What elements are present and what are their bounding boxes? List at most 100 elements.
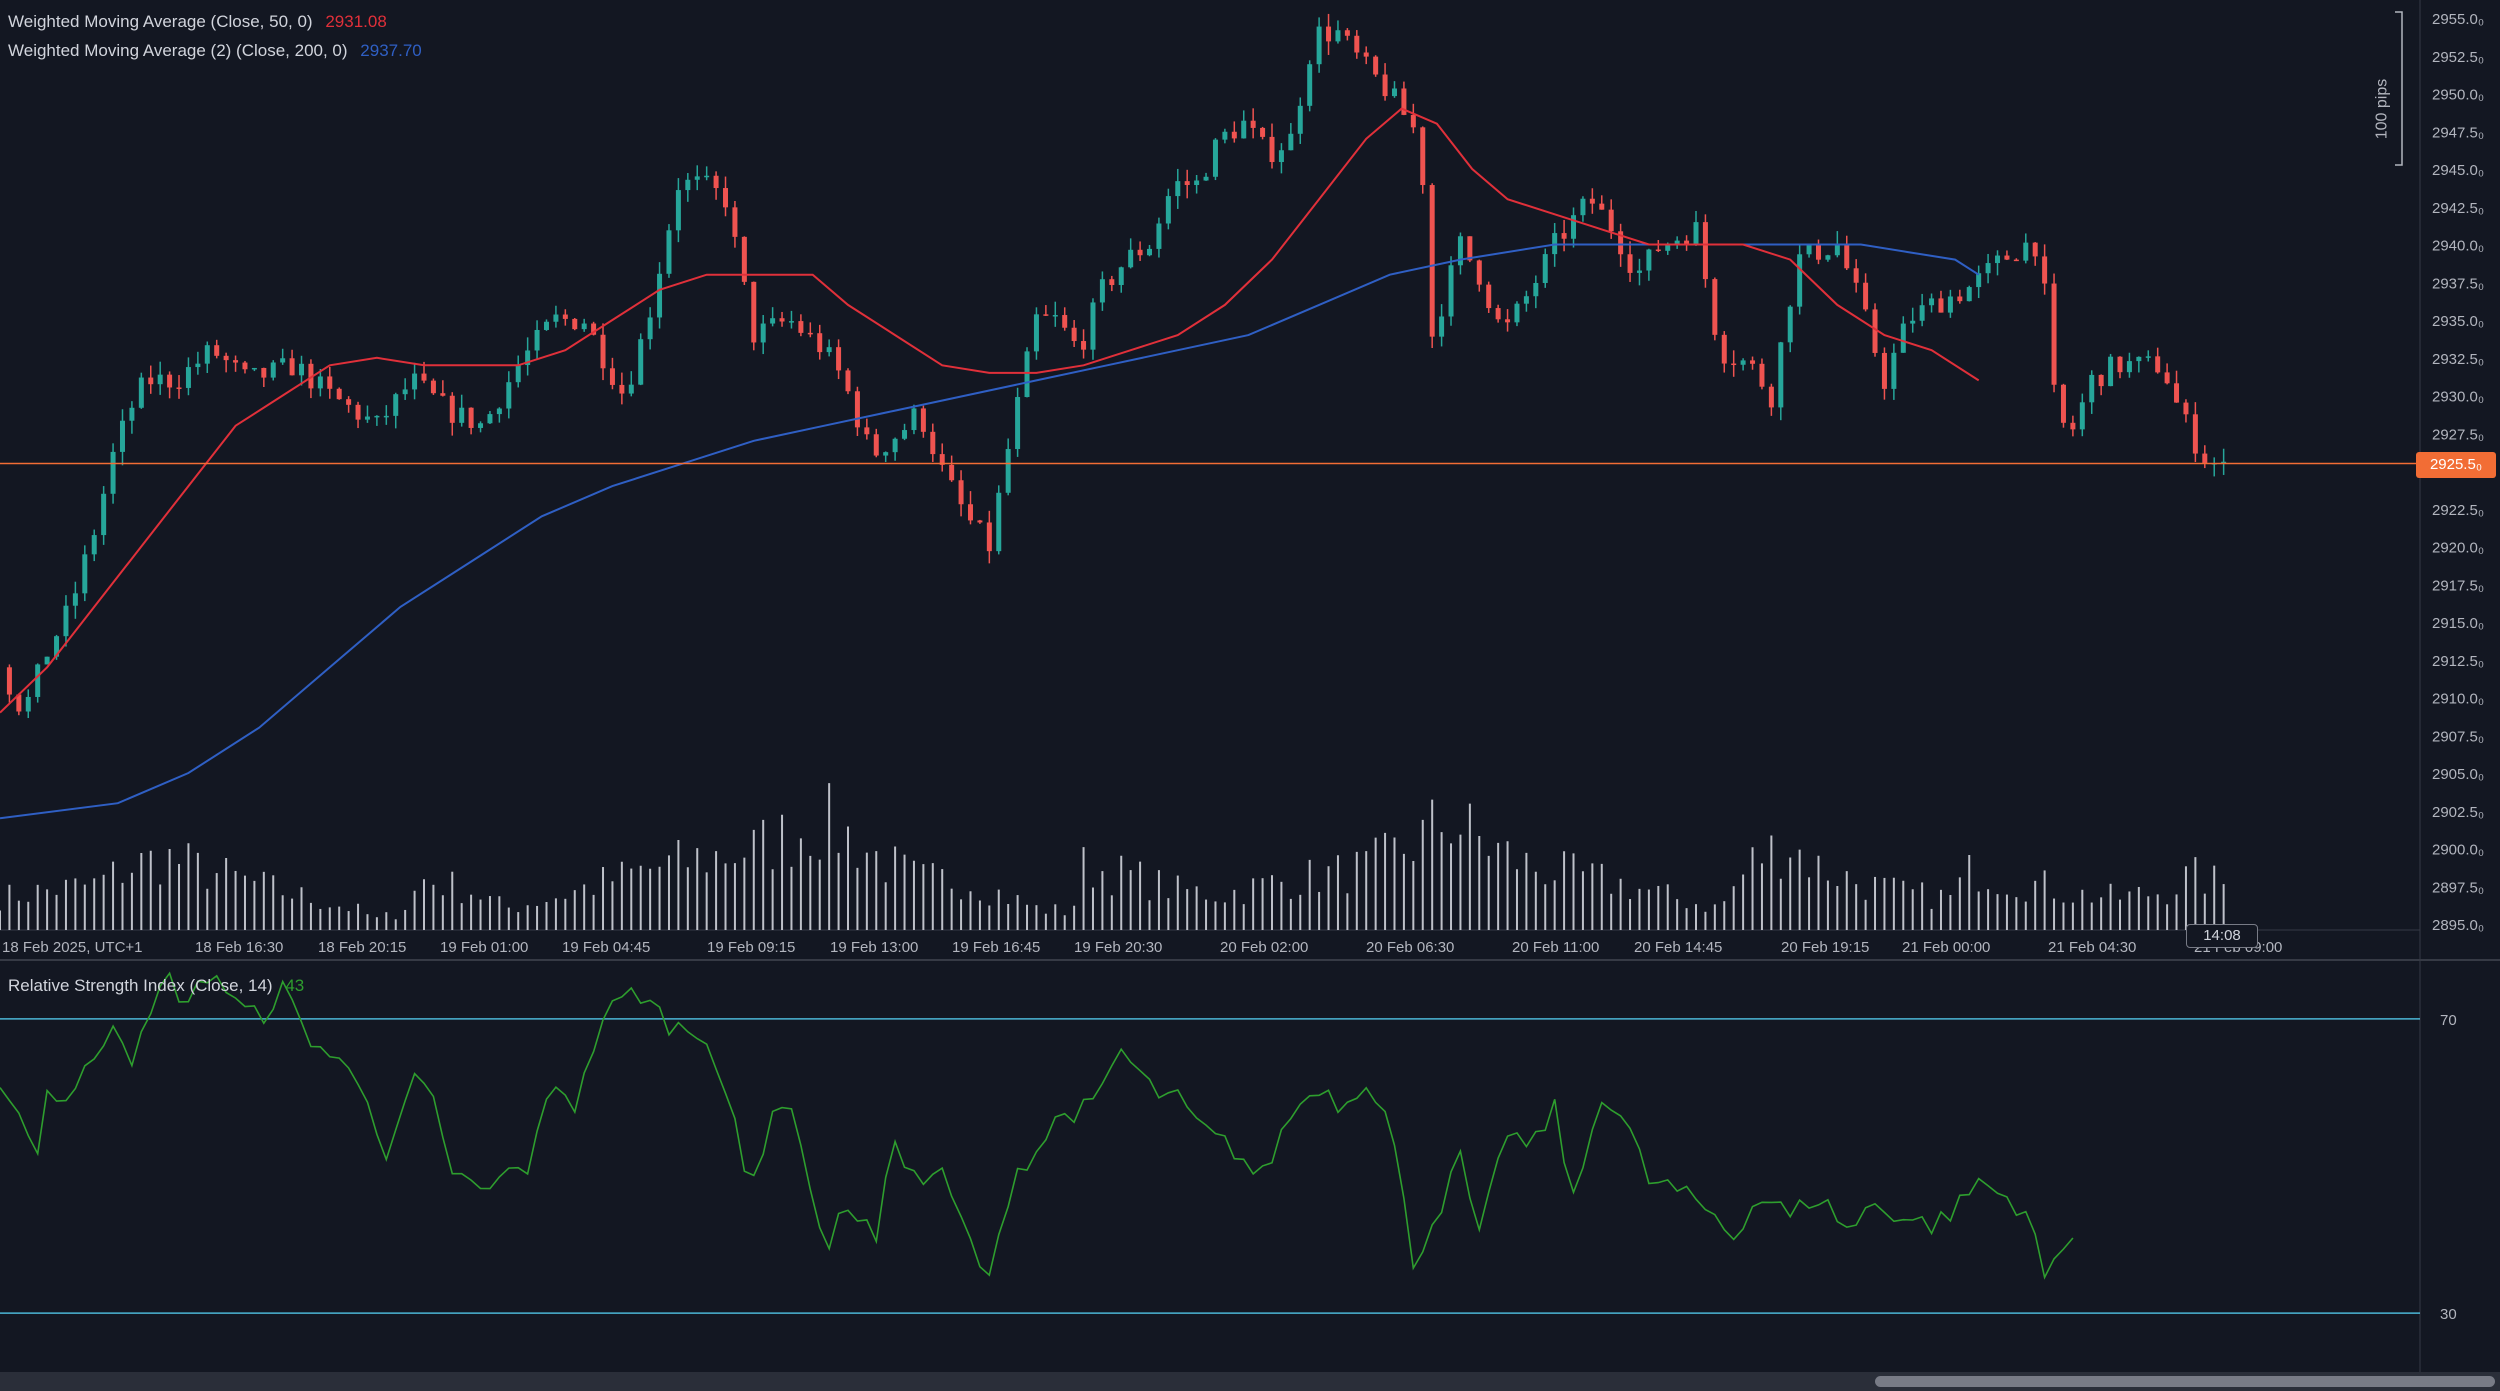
candle-body <box>1448 265 1454 317</box>
price-tick-label: 2927.5₀ <box>2432 426 2484 443</box>
candle-body <box>2032 242 2038 257</box>
candle-body <box>2126 361 2132 373</box>
price-tick-label: 2942.5₀ <box>2432 200 2484 217</box>
candle-body <box>261 367 267 378</box>
candle-body <box>713 175 719 189</box>
candle-body <box>1721 334 1727 364</box>
candle-body <box>1354 35 1360 53</box>
time-tick-label: 19 Feb 04:45 <box>562 939 650 956</box>
price-tick-label: 2922.5₀ <box>2432 502 2484 519</box>
horizontal-scrollbar[interactable] <box>0 1372 2500 1391</box>
candle-body <box>798 321 804 333</box>
candle-body <box>1599 203 1605 210</box>
candle-body <box>788 321 794 323</box>
candle-body <box>1646 249 1652 271</box>
candle-body <box>845 370 851 392</box>
candle-body <box>317 376 323 389</box>
candle-body <box>1815 244 1821 260</box>
trading-chart[interactable]: 2955.0₀ 2952.5₀ 2950.0₀ 2947.5₀ 2945.0₀ 2942.… <box>0 0 2500 1391</box>
candle-body <box>647 317 653 340</box>
candle-body <box>2174 383 2180 403</box>
candle-body <box>412 373 418 390</box>
candle-body <box>1787 306 1793 343</box>
candle-body <box>2079 402 2085 430</box>
candle-body <box>1825 255 1831 260</box>
candle-body <box>223 355 229 361</box>
candle-body <box>967 504 973 521</box>
candle-body <box>779 318 785 322</box>
candle-body <box>63 605 69 637</box>
wma50-legend[interactable]: Weighted Moving Average (Close, 50, 0) 2… <box>8 12 387 32</box>
candle-body <box>148 377 154 385</box>
candle-body <box>1391 88 1397 97</box>
candle-body <box>1156 223 1162 249</box>
price-tick-label: 2907.5₀ <box>2432 728 2484 745</box>
candle-body <box>2164 372 2170 384</box>
candle-body <box>619 384 625 394</box>
time-tick-label: 20 Feb 14:45 <box>1634 939 1722 956</box>
candle-body <box>1900 323 1906 353</box>
candle-body <box>1307 64 1313 106</box>
candle-body <box>1024 351 1030 398</box>
candle-body <box>129 407 135 421</box>
candle-body <box>920 408 926 432</box>
candle-body <box>1731 363 1737 366</box>
candle-body <box>1363 52 1369 57</box>
price-tick-label: 2912.5₀ <box>2432 653 2484 670</box>
candle-body <box>1571 215 1577 239</box>
wma50-legend-value: 2931.08 <box>325 12 387 31</box>
candle-body <box>826 347 832 353</box>
candle-body <box>854 391 860 428</box>
candle-body <box>1693 222 1699 246</box>
candle-body <box>1863 282 1869 310</box>
candle-body <box>1712 279 1718 335</box>
candle-body <box>2202 453 2208 464</box>
candle-body <box>704 175 710 178</box>
price-tick-label: 2902.5₀ <box>2432 804 2484 821</box>
price-tick-label: 2955.0₀ <box>2432 11 2484 28</box>
candle-body <box>1589 198 1595 204</box>
candle-body <box>421 373 427 381</box>
candle-body <box>723 188 729 208</box>
candle-body <box>157 374 163 385</box>
time-tick-label: 18 Feb 16:30 <box>195 939 283 956</box>
candle-body <box>1891 352 1897 389</box>
candle-body <box>751 281 757 343</box>
candle-body <box>1118 267 1124 286</box>
candle-body <box>1090 302 1096 350</box>
candle-body <box>1043 314 1049 316</box>
candle-body <box>1429 185 1435 337</box>
candle-body <box>1015 397 1021 450</box>
candle-body <box>214 345 220 356</box>
candle-body <box>1486 284 1492 309</box>
time-tick-label: 19 Feb 01:00 <box>440 939 528 956</box>
candle-body <box>1071 327 1077 342</box>
candle-body <box>91 535 97 555</box>
wma200-legend[interactable]: Weighted Moving Average (2) (Close, 200,… <box>8 41 422 61</box>
candle-body <box>1335 30 1341 42</box>
candle-body <box>1976 273 1982 288</box>
candle-body <box>949 464 955 481</box>
candle-body <box>1476 260 1482 285</box>
candle-body <box>2108 356 2114 387</box>
candle-body <box>1759 363 1765 387</box>
candle-body <box>930 431 936 455</box>
price-tick-label: 2945.0₀ <box>2432 162 2484 179</box>
candle-body <box>657 273 663 318</box>
candle-body <box>2023 242 2029 261</box>
time-tick-label: 19 Feb 20:30 <box>1074 939 1162 956</box>
scrollbar-thumb[interactable] <box>1875 1376 2495 1387</box>
candle-body <box>449 395 455 423</box>
candle-body <box>167 374 173 388</box>
price-chart-svg[interactable]: 2955.0₀ 2952.5₀ 2950.0₀ 2947.5₀ 2945.0₀ 2942.… <box>0 0 2500 1391</box>
wma50-line <box>0 107 1980 714</box>
candle-body <box>2192 414 2198 454</box>
rsi-legend[interactable]: Relative Strength Index (Close, 14) 43 <box>8 976 304 996</box>
candle-body <box>2013 259 2019 262</box>
candle-body <box>383 415 389 418</box>
candle-body <box>1203 176 1209 181</box>
candle-body <box>355 404 361 420</box>
candle-body <box>1834 244 1840 256</box>
candle-body <box>694 176 700 180</box>
candle-body <box>675 190 681 231</box>
